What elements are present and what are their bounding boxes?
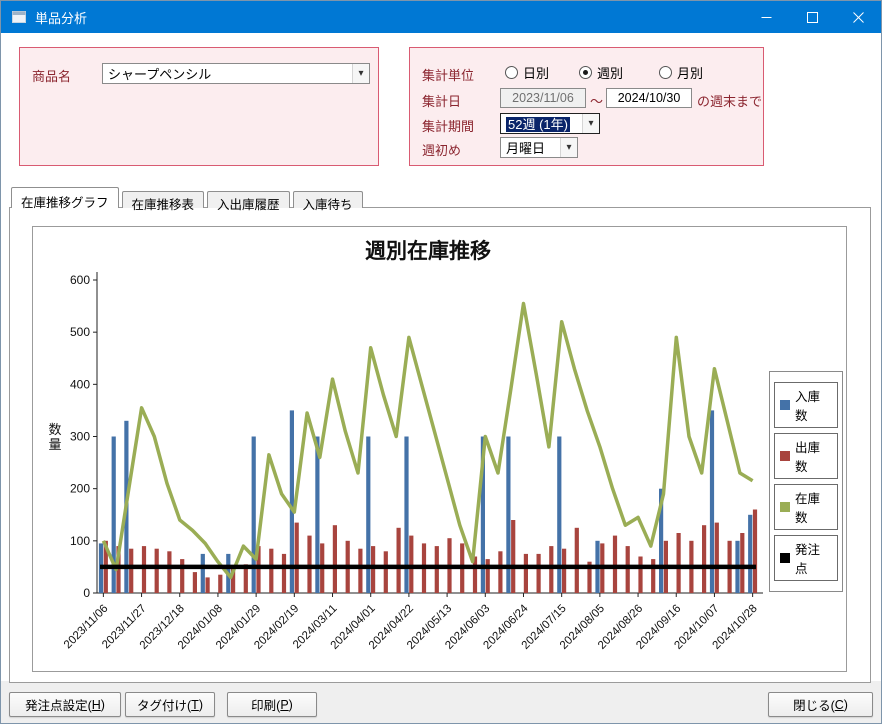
tab-stock-table[interactable]: 在庫推移表 (122, 191, 205, 208)
legend-item: 入庫数 (774, 382, 838, 428)
window-title: 単品分析 (35, 8, 743, 27)
legend-swatch-icon (780, 400, 790, 410)
date-range-separator: ～ (590, 91, 603, 110)
product-name-label: 商品名 (32, 66, 71, 85)
chevron-down-icon[interactable]: ▾ (560, 138, 577, 157)
radio-monthly[interactable]: 月別 (659, 63, 703, 82)
tab-bar: 在庫推移グラフ 在庫推移表 入出庫履歴 入庫待ち (11, 187, 366, 208)
svg-text:400: 400 (70, 377, 90, 391)
chart-legend: 入庫数出庫数在庫数発注点 (769, 371, 843, 592)
svg-text:600: 600 (70, 273, 90, 287)
period-value: 52週 (1年) (506, 117, 570, 132)
legend-item: 出庫数 (774, 433, 838, 479)
date-to-input[interactable] (606, 88, 692, 108)
radio-daily[interactable]: 日別 (505, 63, 549, 82)
maximize-icon (807, 12, 818, 23)
period-label: 集計期間 (422, 116, 474, 135)
radio-weekly[interactable]: 週別 (579, 63, 623, 82)
weekstart-label: 週初め (422, 140, 461, 159)
product-panel: 商品名 シャープペンシル ▾ (19, 47, 379, 166)
chart-area: 週別在庫推移数量01002003004005006002023/11/06202… (32, 226, 847, 672)
svg-text:300: 300 (70, 430, 90, 444)
chevron-down-icon[interactable]: ▾ (352, 64, 369, 83)
window: 単品分析 商品名 シャープペンシル ▾ 集計単位 日別 (0, 0, 882, 724)
unit-label: 集計単位 (422, 65, 474, 84)
tab-stock-graph[interactable]: 在庫推移グラフ (11, 187, 119, 208)
tab-content: 週別在庫推移数量01002003004005006002023/11/06202… (9, 207, 871, 683)
date-suffix-label: の週末まで (697, 91, 762, 110)
radio-circle-icon (659, 66, 672, 79)
tagging-button[interactable]: タグ付け(T) (125, 692, 215, 717)
close-button[interactable] (835, 1, 881, 33)
radio-weekly-label: 週別 (597, 63, 623, 82)
tab-incoming-wait[interactable]: 入庫待ち (293, 191, 363, 208)
minimize-button[interactable] (743, 1, 789, 33)
radio-circle-icon (579, 66, 592, 79)
legend-item: 在庫数 (774, 484, 838, 530)
product-name-value: シャープペンシル (103, 64, 352, 83)
product-name-combobox[interactable]: シャープペンシル ▾ (102, 63, 370, 84)
svg-text:100: 100 (70, 534, 90, 548)
radio-daily-label: 日別 (523, 63, 549, 82)
date-label: 集計日 (422, 91, 461, 110)
legend-label: 出庫数 (795, 437, 832, 475)
date-from-input[interactable] (500, 88, 586, 108)
legend-swatch-icon (780, 502, 790, 512)
print-button[interactable]: 印刷(P) (227, 692, 317, 717)
svg-text:0: 0 (83, 586, 90, 600)
inventory-chart: 週別在庫推移数量01002003004005006002023/11/06202… (33, 227, 773, 671)
legend-label: 発注点 (795, 539, 832, 577)
legend-label: 在庫数 (795, 488, 832, 526)
footer: 発注点設定(H) タグ付け(T) 印刷(P) 閉じる(C) (1, 681, 881, 723)
window-controls (743, 1, 881, 33)
legend-swatch-icon (780, 451, 790, 461)
minimize-icon (761, 12, 772, 23)
radio-monthly-label: 月別 (677, 63, 703, 82)
svg-text:量: 量 (48, 437, 61, 452)
svg-text:200: 200 (70, 482, 90, 496)
radio-circle-icon (505, 66, 518, 79)
reorder-point-setting-button[interactable]: 発注点設定(H) (9, 692, 121, 717)
legend-label: 入庫数 (795, 386, 832, 424)
maximize-button[interactable] (789, 1, 835, 33)
close-icon (853, 12, 864, 23)
weekstart-value: 月曜日 (501, 138, 560, 157)
period-combobox[interactable]: 52週 (1年) ▾ (500, 113, 600, 134)
tab-io-history[interactable]: 入出庫履歴 (207, 191, 290, 208)
svg-text:500: 500 (70, 325, 90, 339)
svg-text:週別在庫推移: 週別在庫推移 (365, 239, 491, 263)
titlebar: 単品分析 (1, 1, 881, 33)
close-dialog-button[interactable]: 閉じる(C) (768, 692, 873, 717)
legend-item: 発注点 (774, 535, 838, 581)
legend-swatch-icon (780, 553, 790, 563)
svg-text:数: 数 (48, 422, 61, 437)
app-icon (11, 9, 27, 25)
settings-panel: 集計単位 日別 週別 月別 集計日 ～ の週末まで 集計期間 52週 (1年) … (409, 47, 764, 166)
chevron-down-icon[interactable]: ▾ (582, 114, 599, 133)
weekstart-combobox[interactable]: 月曜日 ▾ (500, 137, 578, 158)
